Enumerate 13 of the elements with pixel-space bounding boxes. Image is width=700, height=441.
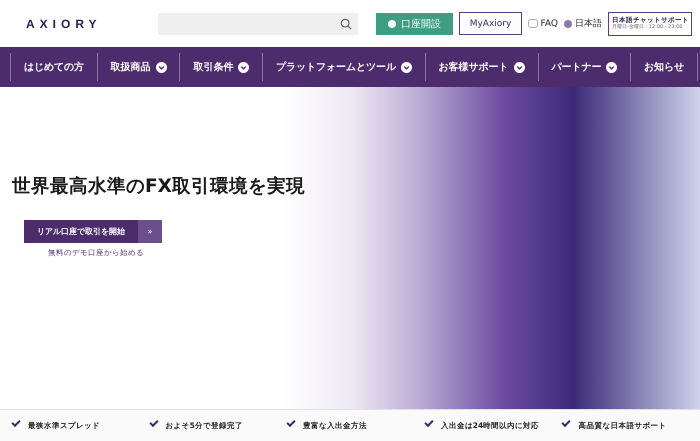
hero-headline: 世界最高水準のFX取引環境を実現 [12,174,305,198]
nav-item[interactable]: パートナー [538,53,630,81]
nav-item[interactable]: お知らせ [630,53,698,81]
real-account-button[interactable]: リアル口座で取引を開始 » [24,220,162,243]
nav-item[interactable]: 取扱商品 [96,53,180,81]
nav-item[interactable]: 取引条件 [179,53,262,81]
nav-item[interactable]: お客様サポート [424,53,538,81]
language-link[interactable]: 日本語 [564,17,602,30]
faq-link[interactable]: FAQ [528,18,558,28]
myaxiory-button[interactable]: MyAxiory [459,12,522,35]
nav-item[interactable]: はじめての方 [10,53,97,81]
logo[interactable]: AXIORY [26,16,152,30]
nav-item[interactable]: プラットフォームとツール [262,53,425,81]
